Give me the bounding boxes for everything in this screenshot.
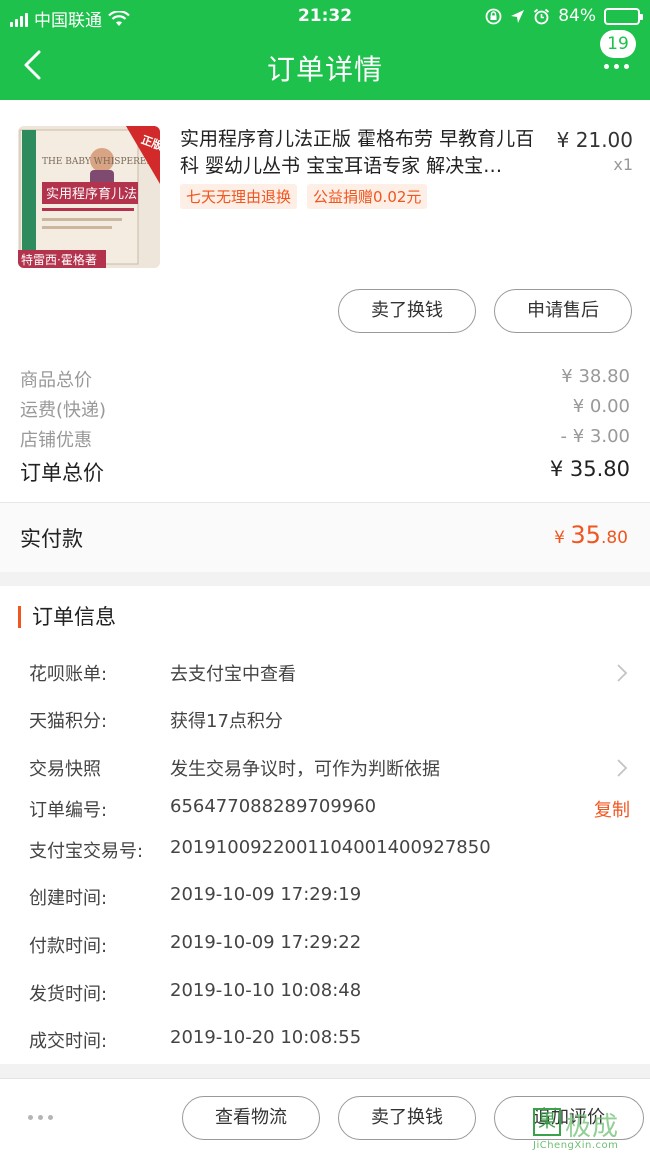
product-price: ¥ 21.00 xyxy=(556,128,633,152)
info-label: 天猫积分: xyxy=(29,711,108,732)
fee-value: ¥ 0.00 xyxy=(572,396,630,417)
info-value: 2019-10-09 17:29:22 xyxy=(170,932,362,953)
info-row-points: 天猫积分: 获得17点积分 xyxy=(29,707,630,733)
info-value: 2019-10-10 10:08:48 xyxy=(170,980,362,1001)
product-title[interactable]: 实用程序育儿法正版 霍格布劳 早教育儿百科 婴幼儿丛书 宝宝耳语专家 解决宝… xyxy=(180,126,552,180)
chevron-right-icon xyxy=(617,759,628,777)
product-image[interactable]: THE BABY WHISPERER 实用程序育儿法 正版包邮 特雷西·霍格著 xyxy=(18,126,160,268)
info-value: 2019-10-20 10:08:55 xyxy=(170,1027,362,1048)
actual-payment-row: 实付款 ¥ 35.80 xyxy=(0,502,650,572)
product-quantity: x1 xyxy=(613,155,633,174)
paid-amount: ¥ 35.80 xyxy=(554,521,628,549)
watermark-name: 极成 xyxy=(565,1112,620,1142)
more-dots-icon xyxy=(604,64,629,69)
product-tags: 七天无理由退换 公益捐赠0.02元 xyxy=(180,184,428,209)
message-count-badge: 19 xyxy=(600,30,636,58)
fee-label: 店铺优惠 xyxy=(20,430,92,451)
info-row-order-number: 订单编号: 656477088289709960 复制 xyxy=(29,796,630,822)
info-label: 付款时间: xyxy=(29,936,108,957)
cover-author: 特雷西·霍格著 xyxy=(21,252,97,267)
paid-decimal: .80 xyxy=(600,528,628,548)
fee-value: - ¥ 3.00 xyxy=(560,426,630,447)
order-info-section: 订单信息 花呗账单: 去支付宝中查看 天猫积分: 获得17点积分 交易快照 发生… xyxy=(0,586,650,1064)
info-value: 获得17点积分 xyxy=(170,711,283,732)
after-sale-button[interactable]: 申请售后 xyxy=(494,289,632,333)
info-row-huabei[interactable]: 花呗账单: 去支付宝中查看 xyxy=(29,660,630,686)
watermark-site: JiChengXin.com xyxy=(533,1140,619,1151)
info-row-alipay-number: 支付宝交易号: 2019100922001104001400927850 xyxy=(29,837,630,863)
more-menu-button[interactable]: 19 xyxy=(596,30,636,80)
total-value: ¥ 35.80 xyxy=(549,457,630,481)
charity-tag: 公益捐赠0.02元 xyxy=(307,184,428,209)
info-label: 创建时间: xyxy=(29,888,108,909)
order-total-row: 订单总价 ¥ 35.80 xyxy=(20,457,630,487)
info-value: 去支付宝中查看 xyxy=(170,664,296,685)
info-label: 交易快照 xyxy=(29,759,101,780)
fee-row-shipping: 运费(快递) ¥ 0.00 xyxy=(20,396,630,422)
info-label: 成交时间: xyxy=(29,1031,108,1052)
info-label: 订单编号: xyxy=(29,800,108,821)
paid-integer: 35 xyxy=(570,521,601,549)
site-watermark: 果 极成 JiChengXin.com xyxy=(533,1104,645,1152)
order-info-title: 订单信息 xyxy=(18,606,116,628)
battery-percent: 84% xyxy=(558,6,596,26)
chevron-right-icon xyxy=(617,664,628,682)
watermark-logo-icon: 果 xyxy=(533,1108,561,1136)
view-logistics-button[interactable]: 查看物流 xyxy=(182,1096,320,1140)
info-row-snapshot[interactable]: 交易快照 发生交易争议时，可作为判断依据 xyxy=(29,755,630,781)
cover-series: THE BABY WHISPERER xyxy=(42,157,153,167)
app-header: 中国联通 21:32 84% 订单详情 19 xyxy=(0,0,650,100)
fee-label: 运费(快递) xyxy=(20,400,107,421)
copy-order-number-button[interactable]: 复制 xyxy=(594,796,630,822)
info-row-created: 创建时间: 2019-10-09 17:29:19 xyxy=(29,884,630,910)
info-label: 支付宝交易号: xyxy=(29,841,144,862)
info-value: 656477088289709960 xyxy=(170,796,377,817)
sell-again-button[interactable]: 卖了换钱 xyxy=(338,1096,476,1140)
order-item-card: THE BABY WHISPERER 实用程序育儿法 正版包邮 特雷西·霍格著 … xyxy=(0,100,650,572)
fee-row-discount: 店铺优惠 - ¥ 3.00 xyxy=(20,426,630,452)
info-label: 发货时间: xyxy=(29,984,108,1005)
info-label: 花呗账单: xyxy=(29,664,108,685)
rotation-lock-icon xyxy=(485,8,502,24)
info-value: 2019100922001104001400927850 xyxy=(170,837,491,858)
info-row-completed: 成交时间: 2019-10-20 10:08:55 xyxy=(29,1027,630,1053)
status-right: 84% xyxy=(485,6,643,26)
fee-row-goods: 商品总价 ¥ 38.80 xyxy=(20,366,630,392)
sell-item-button[interactable]: 卖了换钱 xyxy=(338,289,476,333)
fee-label: 商品总价 xyxy=(20,370,92,391)
info-row-shipped: 发货时间: 2019-10-10 10:08:48 xyxy=(29,980,630,1006)
location-icon xyxy=(511,9,525,23)
info-row-paid: 付款时间: 2019-10-09 17:29:22 xyxy=(29,932,630,958)
paid-label: 实付款 xyxy=(20,527,83,551)
return-policy-tag: 七天无理由退换 xyxy=(180,184,298,209)
cover-book-title: 实用程序育儿法 xyxy=(46,186,137,202)
fee-value: ¥ 38.80 xyxy=(561,366,630,387)
book-cover-image: THE BABY WHISPERER 实用程序育儿法 正版包邮 特雷西·霍格著 xyxy=(18,126,160,268)
battery-icon xyxy=(604,7,643,25)
info-value: 2019-10-09 17:29:19 xyxy=(170,884,362,905)
alarm-icon xyxy=(534,8,550,24)
more-actions-icon[interactable] xyxy=(28,1115,53,1120)
info-value: 发生交易争议时，可作为判断依据 xyxy=(170,759,440,780)
paid-currency: ¥ xyxy=(554,528,565,548)
total-label: 订单总价 xyxy=(20,461,104,485)
page-title: 订单详情 xyxy=(266,53,383,86)
status-bar: 中国联通 21:32 84% xyxy=(0,0,650,34)
